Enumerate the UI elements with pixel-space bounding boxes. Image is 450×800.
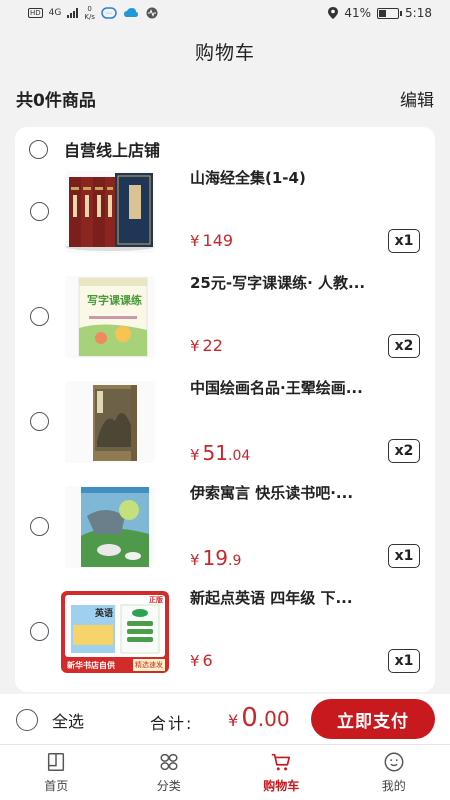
item-count: 共0件商品 [16, 91, 96, 111]
speed-value: 0 [87, 5, 92, 13]
checkout-bar: 全选 合计: ¥ 0 .00 立即支付 [0, 694, 450, 744]
cart-item: 写字课课练 25元-写字课课练· 人教... ¥ 22 x2 [15, 232, 435, 358]
total-label: 合计: [150, 714, 194, 733]
network-badge: HD [28, 8, 43, 18]
cart-item: 山海经全集(1-4) ¥ 149 x1 [15, 127, 435, 253]
svg-text:···: ··· [106, 11, 112, 18]
network-speed: 0 K/s [84, 5, 95, 21]
tab-label: 购物车 [263, 779, 300, 793]
product-title[interactable]: 新起点英语 四年级 下... [190, 587, 420, 608]
category-icon [160, 753, 178, 771]
total-amount: ¥ 0 .00 [228, 703, 290, 733]
select-all-toggle[interactable]: 全选 [16, 708, 84, 732]
cloud-icon [123, 8, 138, 17]
location-icon [328, 7, 339, 19]
cart-item: 伊索寓言 快乐读书吧·... ¥ 19 .9 x1 [15, 442, 435, 570]
product-image[interactable]: 正版 英语 新华书店自供 精选速发 [61, 591, 169, 673]
tab-cart[interactable]: 购物车 [225, 745, 338, 800]
status-right: 41% 5:18 [328, 6, 432, 20]
fast-ship-badge: 精选速发 [133, 659, 165, 671]
cart-item: 中国绘画名品·王翚绘画... ¥ 51 .04 x2 [15, 337, 435, 465]
cart-summary: 共0件商品 编辑 [16, 86, 434, 111]
pay-now-button[interactable]: 立即支付 [311, 699, 435, 739]
total-decimal: .00 [257, 707, 290, 731]
cart-item: 正版 英语 新华书店自供 精选速发 新起点英语 四年级 下... ¥ 6 x1 [15, 547, 435, 673]
tab-profile[interactable]: 我的 [338, 745, 450, 800]
tab-label: 分类 [156, 779, 181, 793]
price-currency: ¥ [190, 652, 200, 670]
quantity-badge[interactable]: x1 [388, 649, 420, 673]
profile-icon [384, 752, 404, 772]
product-title[interactable]: 中国绘画名品·王翚绘画... [190, 377, 420, 398]
genuine-tag: 正版 [149, 596, 163, 604]
signal-icon [67, 8, 79, 18]
total-integer: 0 [241, 703, 258, 733]
tab-category[interactable]: 分类 [113, 745, 226, 800]
item-select-radio[interactable] [30, 622, 49, 641]
book-cover-title: 写字课课练 [87, 294, 142, 307]
tab-label: 我的 [381, 779, 406, 793]
battery-percent: 41% [344, 6, 372, 20]
bottom-tab-bar: 首页 分类 购物车 我的 [0, 744, 450, 800]
product-price: ¥ 6 [190, 651, 213, 670]
item-select-radio[interactable] [30, 202, 49, 221]
product-title[interactable]: 山海经全集(1-4) [190, 167, 420, 188]
product-title[interactable]: 25元-写字课课练· 人教... [190, 272, 420, 293]
item-select-radio[interactable] [30, 517, 49, 536]
product-title[interactable]: 伊索寓言 快乐读书吧·... [190, 482, 420, 503]
item-select-radio[interactable] [30, 412, 49, 431]
battery-icon [377, 7, 403, 19]
total-currency: ¥ [228, 711, 239, 730]
store-banner: 新华书店自供 [67, 661, 115, 670]
activity-icon [146, 7, 158, 19]
item-select-radio[interactable] [30, 307, 49, 326]
home-icon [48, 753, 65, 771]
status-left: HD 4G 0 K/s ··· [28, 5, 159, 21]
page-title: 购物车 [194, 42, 255, 64]
price-integer: 6 [202, 651, 213, 670]
select-all-label: 全选 [52, 712, 85, 731]
edit-button[interactable]: 编辑 [400, 86, 434, 111]
clock: 5:18 [405, 6, 432, 20]
battery-fill [379, 9, 387, 17]
store-cart-card: 自营线上店铺 山海经全集(1-4) ¥ 149 x1 写字课课练 25元-写字课… [15, 127, 435, 692]
status-bar: HD 4G 0 K/s ··· 41% 5:18 [0, 0, 450, 26]
tab-home[interactable]: 首页 [0, 745, 113, 800]
app-notification-icon: ··· [101, 7, 117, 19]
network-type: 4G [48, 8, 62, 18]
select-all-radio[interactable] [16, 709, 38, 731]
cart-icon [272, 753, 291, 771]
tab-label: 首页 [44, 779, 69, 793]
book-subject: 英语 [95, 609, 114, 619]
speed-unit: K/s [84, 13, 95, 21]
